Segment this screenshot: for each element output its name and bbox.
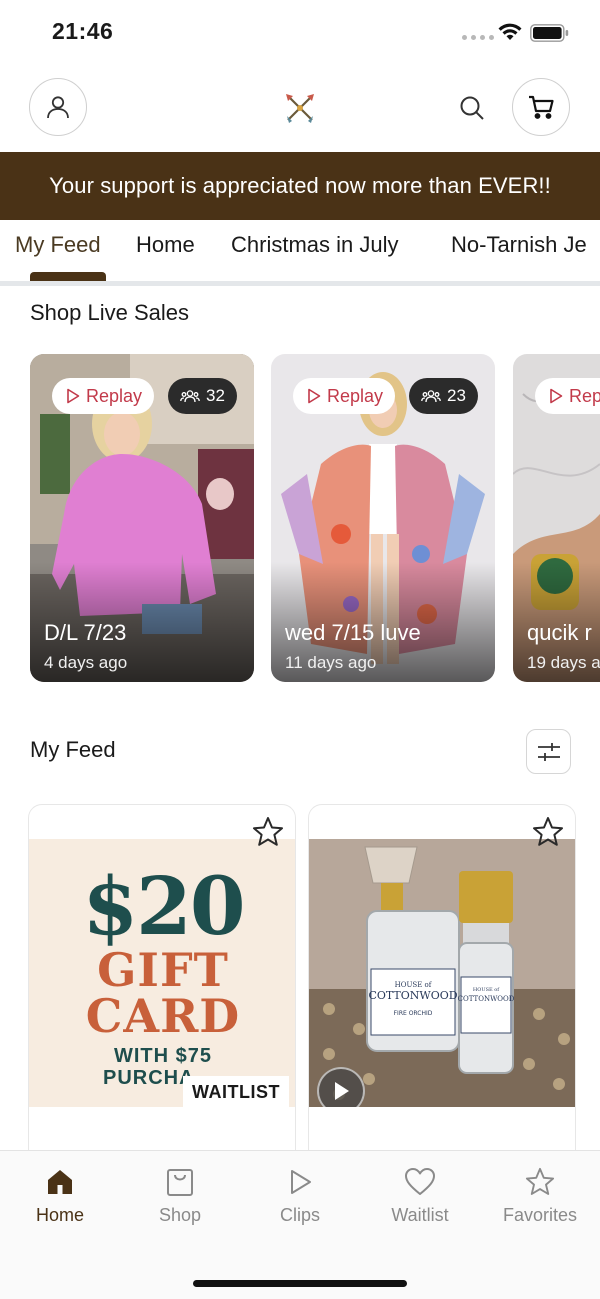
replay-label: Replay: [86, 385, 143, 406]
tab-home[interactable]: Home: [136, 232, 195, 258]
replay-label: Replay: [327, 385, 384, 406]
viewer-count: 23: [447, 386, 466, 405]
replay-button[interactable]: Replay: [52, 378, 155, 414]
nav-home[interactable]: Home: [0, 1167, 120, 1226]
product-card[interactable]: HOUSE of COTTONWOOD FIRE ORCHID HOUSE of…: [308, 804, 576, 1164]
live-sale-title: D/L 7/23: [44, 620, 127, 645]
signal-dots-icon: [462, 35, 494, 40]
nav-clips[interactable]: Clips: [240, 1167, 360, 1226]
viewer-count-badge: 32: [168, 378, 237, 414]
play-outline-icon: [308, 388, 321, 404]
live-sale-title: wed 7/15 luve: [285, 620, 421, 645]
live-sale-age: 4 days ago: [44, 653, 128, 672]
favorite-star-icon[interactable]: [251, 815, 285, 849]
live-sale-age: 11 days ago: [285, 653, 377, 672]
crossed-arrows-logo[interactable]: [284, 92, 316, 124]
video-play-button[interactable]: [317, 1067, 365, 1107]
nav-label: Waitlist: [391, 1205, 449, 1225]
gift-card-small1: WITH $75: [113, 1045, 213, 1067]
nav-label: Shop: [158, 1205, 202, 1225]
perfume-photo: HOUSE of COTTONWOOD FIRE ORCHID HOUSE of…: [309, 839, 575, 1107]
product-card[interactable]: $20 GIFT CARD WITH $75 PURCHA WAITLIST: [28, 804, 296, 1164]
tab-christmas-in-july[interactable]: Christmas in July: [231, 232, 398, 258]
nav-label: Clips: [279, 1205, 320, 1225]
play-icon: [291, 1170, 311, 1194]
home-icon: [48, 1170, 72, 1194]
replay-button[interactable]: Replay: [293, 378, 396, 414]
play-icon: [335, 1082, 349, 1100]
announcement-banner: Your support is appreciated now more tha…: [0, 152, 600, 220]
perfume-image: HOUSE of COTTONWOOD FIRE ORCHID HOUSE of…: [309, 839, 575, 1107]
viewers-icon: [421, 390, 441, 403]
gift-card-image: $20 GIFT CARD WITH $75 PURCHA WAITLIST: [29, 839, 295, 1107]
live-sales-title: Shop Live Sales: [30, 300, 189, 325]
viewers-icon: [180, 390, 200, 403]
sliders-icon: [537, 742, 560, 761]
gift-card-amount: $20: [82, 859, 246, 953]
star-icon: [525, 1167, 555, 1195]
tab-no-tarnish-jewelry[interactable]: No-Tarnish Je: [451, 232, 587, 258]
play-outline-icon: [67, 388, 80, 404]
category-tabs: My Feed Home Christmas in July No-Tarnis…: [0, 220, 600, 286]
nav-favorites[interactable]: Favorites: [480, 1167, 600, 1226]
app-header: [0, 64, 600, 152]
replay-label: Rep: [569, 385, 600, 406]
svg-text:FIRE ORCHID: FIRE ORCHID: [394, 1010, 433, 1017]
search-icon: [460, 96, 484, 120]
svg-text:HOUSE of: HOUSE of: [473, 987, 500, 993]
live-sale-card[interactable]: Replay 23 wed 7/15 luve 11 days ago: [271, 354, 495, 682]
nav-waitlist[interactable]: Waitlist: [360, 1167, 480, 1226]
viewer-count-badge: 23: [409, 378, 478, 414]
user-icon: [47, 96, 69, 119]
replay-button[interactable]: Rep: [535, 378, 600, 414]
svg-text:COTTONWOOD: COTTONWOOD: [368, 989, 457, 1002]
tab-my-feed[interactable]: My Feed: [15, 232, 101, 258]
live-sale-card[interactable]: Replay 32 D/L 7/23 4 days ago: [30, 354, 254, 682]
live-sale-title: qucik r: [527, 620, 592, 645]
bottom-navigation: Home Shop Clips Waitlist Favorites: [0, 1150, 600, 1299]
search-button[interactable]: [456, 92, 488, 124]
viewer-count: 32: [206, 386, 225, 405]
play-outline-icon: [550, 388, 563, 404]
banner-text: Your support is appreciated now more tha…: [49, 173, 551, 198]
active-tab-indicator: [30, 272, 106, 281]
svg-text:COTTONWOOD: COTTONWOOD: [458, 995, 515, 1003]
filter-button[interactable]: [526, 729, 571, 774]
waitlist-badge: WAITLIST: [183, 1076, 289, 1107]
nav-shop[interactable]: Shop: [120, 1167, 240, 1226]
wifi-icon: [498, 23, 522, 40]
status-bar: 21:46: [0, 0, 600, 64]
account-button[interactable]: [29, 78, 87, 136]
live-sale-card[interactable]: Rep qucik r 19 days a: [513, 354, 600, 682]
favorite-star-icon[interactable]: [531, 815, 565, 849]
cart-button[interactable]: [512, 78, 570, 136]
gift-card-line2: CARD: [85, 989, 241, 1043]
battery-icon: [530, 24, 569, 42]
cart-icon: [529, 95, 554, 119]
status-time: 21:46: [52, 18, 114, 44]
live-sale-age: 19 days a: [527, 653, 600, 672]
feed-title: My Feed: [30, 737, 116, 762]
home-indicator[interactable]: [193, 1280, 407, 1287]
nav-label: Home: [35, 1205, 84, 1225]
svg-text:HOUSE of: HOUSE of: [395, 981, 433, 989]
shop-bag-icon: [167, 1169, 193, 1196]
nav-label: Favorites: [502, 1205, 578, 1225]
heart-icon: [405, 1168, 435, 1195]
